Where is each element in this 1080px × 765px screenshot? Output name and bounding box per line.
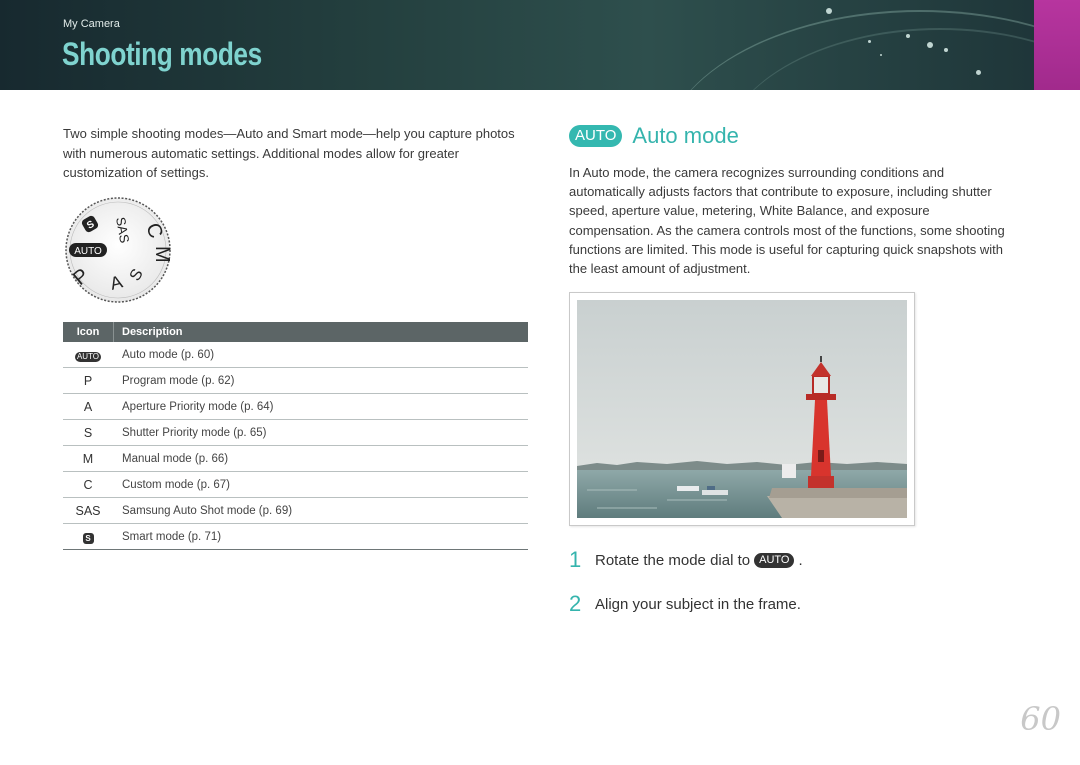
samsung-auto-shot-icon: SAS xyxy=(75,503,101,518)
page-title: Shooting modes xyxy=(62,36,262,72)
dial-label-auto: AUTO xyxy=(74,246,102,257)
table-row: S Smart mode (p. 71) xyxy=(63,524,528,550)
step-text-suffix: . xyxy=(798,551,803,569)
page-number: 60 xyxy=(1020,700,1061,738)
header-sparkle xyxy=(906,34,910,38)
custom-mode-icon: C xyxy=(83,477,93,492)
table-row: SAS Samsung Auto Shot mode (p. 69) xyxy=(63,498,528,524)
dial-label-m: M xyxy=(151,246,172,263)
auto-mode-title: Auto mode xyxy=(632,123,739,148)
header-sparkle xyxy=(976,70,981,75)
mode-description: Auto mode (p. 60) xyxy=(122,348,215,361)
header-sparkle xyxy=(927,42,933,48)
smart-mode-icon: S xyxy=(82,532,94,544)
program-mode-icon: P xyxy=(83,373,93,388)
mode-table: Icon Description AUTO Auto mode (p. 60) … xyxy=(63,322,528,550)
mode-description: Aperture Priority mode (p. 64) xyxy=(122,400,274,413)
table-row: AUTO Auto mode (p. 60) xyxy=(63,342,528,368)
auto-mode-description: In Auto mode, the camera recognizes surr… xyxy=(569,165,1005,277)
lighthouse-photo xyxy=(569,292,915,526)
auto-badge-icon: AUTO xyxy=(754,552,795,568)
auto-mode-heading: AUTO Auto mode xyxy=(569,123,739,149)
description-column-header: Description xyxy=(113,322,183,342)
table-row: A Aperture Priority mode (p. 64) xyxy=(63,394,528,420)
aperture-mode-icon: A xyxy=(83,399,93,414)
icon-column-header: Icon xyxy=(76,326,100,338)
step-number: 2 xyxy=(569,591,582,616)
manual-mode-icon: M xyxy=(82,451,94,466)
table-row: M Manual mode (p. 66) xyxy=(63,446,528,472)
mode-dial-illustration: S SAS C M AUTO P A S xyxy=(64,196,173,304)
header-sparkle xyxy=(826,8,832,14)
auto-badge-icon: AUTO xyxy=(569,125,623,147)
mode-description: Custom mode (p. 67) xyxy=(122,478,231,491)
header-sparkle xyxy=(880,54,882,56)
step-text: Align your subject in the frame. xyxy=(595,595,801,613)
intro-paragraph: Two simple shooting modes—Auto and Smart… xyxy=(63,126,515,180)
step-2: 2 Align your subject in the frame. xyxy=(569,591,801,617)
header-sparkle xyxy=(944,48,948,52)
table-row: P Program mode (p. 62) xyxy=(63,368,528,394)
mode-description: Samsung Auto Shot mode (p. 69) xyxy=(122,504,293,517)
mode-description: Smart mode (p. 71) xyxy=(122,530,222,543)
table-row: C Custom mode (p. 67) xyxy=(63,472,528,498)
header-sparkle xyxy=(868,40,871,43)
auto-mode-icon: AUTO xyxy=(74,351,102,362)
step-text: Rotate the mode dial to xyxy=(595,551,751,569)
table-header: Icon Description xyxy=(63,322,528,342)
step-number: 1 xyxy=(569,547,582,572)
mode-description: Program mode (p. 62) xyxy=(122,374,235,387)
mode-description: Shutter Priority mode (p. 65) xyxy=(122,426,267,439)
chapter-tab xyxy=(1034,0,1080,90)
mode-description: Manual mode (p. 66) xyxy=(122,452,229,465)
table-row: S Shutter Priority mode (p. 65) xyxy=(63,420,528,446)
shutter-mode-icon: S xyxy=(83,425,93,440)
page-header: My Camera Shooting modes xyxy=(0,0,1080,90)
step-1: 1 Rotate the mode dial to AUTO . xyxy=(569,547,803,573)
section-label: My Camera xyxy=(63,18,120,30)
